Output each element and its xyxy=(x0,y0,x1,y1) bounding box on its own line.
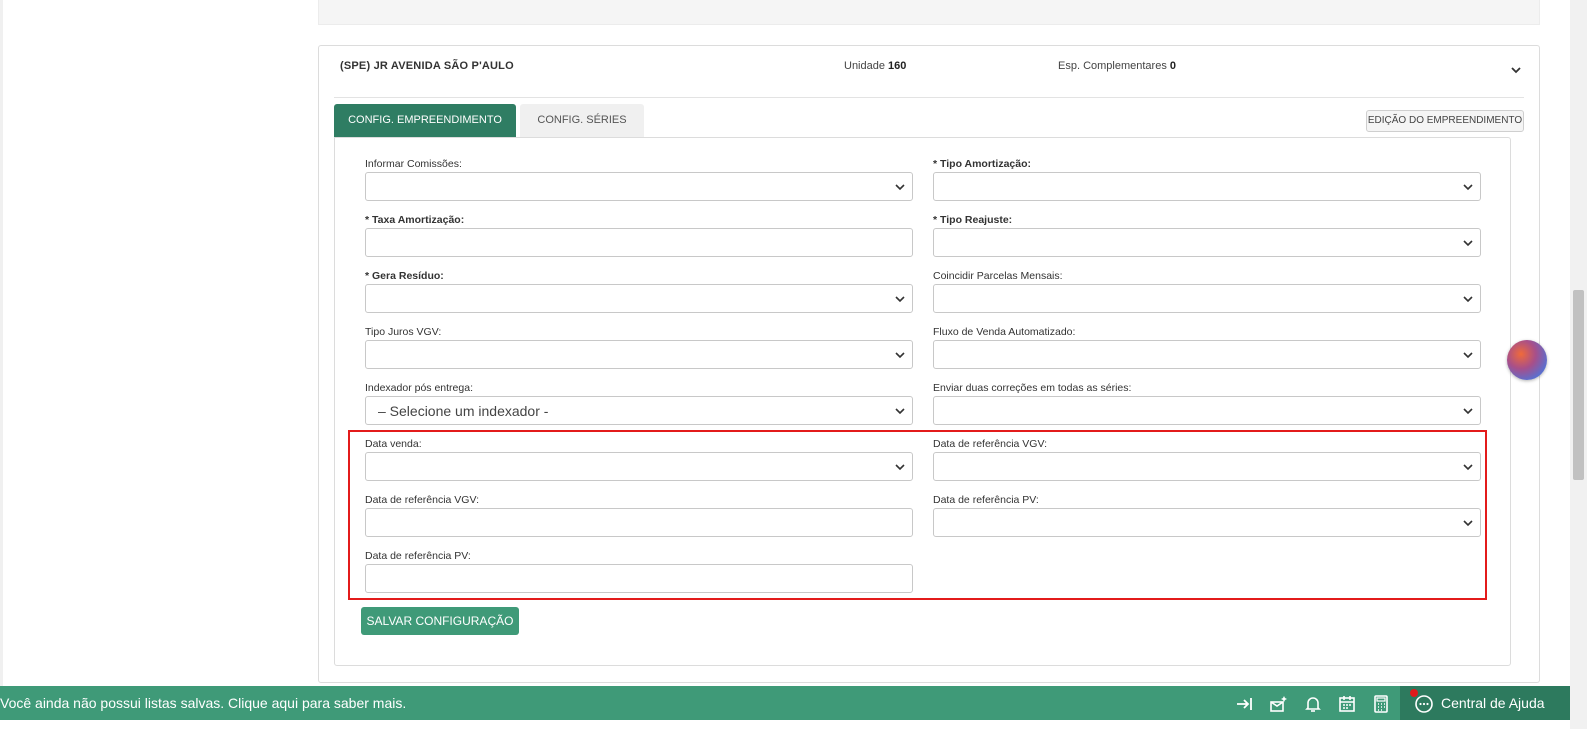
chevron-down-icon xyxy=(1463,184,1473,191)
field-taxa-amortizacao: * Taxa Amortização: xyxy=(365,214,913,257)
taxa-amortizacao-input[interactable] xyxy=(365,228,913,257)
tab-config-empreendimento[interactable]: CONFIG. EMPREENDIMENTO xyxy=(334,104,516,137)
coincidir-parcelas-select[interactable] xyxy=(933,284,1481,313)
bottom-bar: Você ainda não possui listas salvas. Cli… xyxy=(0,686,1570,720)
field-tipo-amortizacao: * Tipo Amortização: xyxy=(933,158,1481,201)
chevron-down-icon xyxy=(1463,408,1473,415)
tipo-reajuste-select[interactable] xyxy=(933,228,1481,257)
field-fluxo-venda: Fluxo de Venda Automatizado: xyxy=(933,326,1481,369)
field-label: Gera Resíduo: xyxy=(372,270,444,282)
field-label: Data de referência VGV: xyxy=(933,438,1048,450)
data-ref-vgv-select[interactable] xyxy=(933,452,1481,481)
save-config-button[interactable]: SALVAR CONFIGURAÇÃO xyxy=(361,607,519,635)
notification-dot xyxy=(1410,689,1418,697)
required-mark: * xyxy=(365,270,370,282)
field-data-ref-vgv-input: Data de referência VGV: xyxy=(365,494,913,537)
field-enviar-correcoes: Enviar duas correções em todas as séries… xyxy=(933,382,1481,425)
unit-stat: Unidade 160 xyxy=(844,60,906,72)
field-label: Enviar duas correções em todas as séries… xyxy=(933,382,1132,394)
data-ref-vgv-input[interactable] xyxy=(365,508,913,537)
field-label: Tipo Reajuste: xyxy=(940,214,1013,226)
field-indexador: Indexador pós entrega: – Selecione um in… xyxy=(365,382,913,425)
chevron-down-icon xyxy=(895,464,905,471)
chevron-down-icon xyxy=(895,352,905,359)
chat-help-icon xyxy=(1415,695,1433,713)
header-divider xyxy=(334,97,1524,98)
field-label: Data de referência PV: xyxy=(933,494,1039,506)
field-informar-comissoes: Informar Comissões: xyxy=(365,158,913,201)
tab-config-series[interactable]: CONFIG. SÉRIES xyxy=(520,104,644,137)
chevron-down-icon xyxy=(1463,352,1473,359)
field-label: Data de referência VGV: xyxy=(365,494,480,506)
assistant-orb-icon[interactable] xyxy=(1507,340,1547,380)
saved-lists-message[interactable]: Você ainda não possui listas salvas. Cli… xyxy=(0,695,406,711)
esp-value: 0 xyxy=(1169,60,1177,72)
esp-stat: Esp. Complementares 0 xyxy=(1058,60,1176,72)
field-tipo-juros-vgv: Tipo Juros VGV: xyxy=(365,326,913,369)
field-data-ref-vgv-select: Data de referência VGV: xyxy=(933,438,1481,481)
gift-sparkle-icon[interactable] xyxy=(1268,694,1288,714)
chevron-down-icon[interactable] xyxy=(1509,63,1523,77)
field-data-ref-pv-input: Data de referência PV: xyxy=(365,550,913,593)
field-label: Informar Comissões: xyxy=(365,158,462,170)
chevron-down-icon xyxy=(895,296,905,303)
unit-value: 160 xyxy=(888,60,907,72)
calendar-icon[interactable] xyxy=(1337,694,1357,714)
scrollbar-thumb[interactable] xyxy=(1573,290,1584,480)
data-ref-pv-select[interactable] xyxy=(933,508,1481,537)
field-label: Taxa Amortização: xyxy=(372,214,465,226)
indexador-select[interactable]: – Selecione um indexador - xyxy=(365,396,913,425)
field-label: Indexador pós entrega: xyxy=(365,382,473,394)
required-mark: * xyxy=(365,214,370,226)
help-center-button[interactable]: Central de Ajuda xyxy=(1400,686,1570,720)
required-mark: * xyxy=(933,158,938,170)
calculator-icon[interactable] xyxy=(1371,694,1391,714)
fluxo-venda-select[interactable] xyxy=(933,340,1481,369)
field-tipo-reajuste: * Tipo Reajuste: xyxy=(933,214,1481,257)
chevron-down-icon xyxy=(1463,240,1473,247)
informar-comissoes-select[interactable] xyxy=(365,172,913,201)
chevron-down-icon xyxy=(895,184,905,191)
field-data-venda: Data venda: xyxy=(365,438,913,481)
field-label: Data venda: xyxy=(365,438,422,450)
field-label: Data de referência PV: xyxy=(365,550,471,562)
field-data-ref-pv-select: Data de referência PV: xyxy=(933,494,1481,537)
data-ref-pv-input[interactable] xyxy=(365,564,913,593)
field-label: Tipo Juros VGV: xyxy=(365,326,442,338)
required-mark: * xyxy=(933,214,938,226)
enterprise-card: (SPE) JR AVENIDA SÃO P'AULO Unidade 160 … xyxy=(318,45,1540,683)
field-label: Coincidir Parcelas Mensais: xyxy=(933,270,1063,282)
chevron-down-icon xyxy=(1463,464,1473,471)
collapse-right-icon[interactable] xyxy=(1234,694,1254,714)
chevron-down-icon xyxy=(1463,296,1473,303)
bell-icon[interactable] xyxy=(1303,694,1323,714)
previous-panel xyxy=(318,0,1540,25)
edit-enterprise-button[interactable]: EDIÇÃO DO EMPREENDIMENTO xyxy=(1366,110,1524,132)
data-venda-select[interactable] xyxy=(365,452,913,481)
tipo-amortizacao-select[interactable] xyxy=(933,172,1481,201)
indexador-selected-value: – Selecione um indexador - xyxy=(378,403,549,419)
card-header: (SPE) JR AVENIDA SÃO P'AULO Unidade 160 … xyxy=(319,46,1539,98)
tipo-juros-vgv-select[interactable] xyxy=(365,340,913,369)
field-label: Fluxo de Venda Automatizado: xyxy=(933,326,1076,338)
field-coincidir-parcelas: Coincidir Parcelas Mensais: xyxy=(933,270,1481,313)
esp-label: Esp. Complementares xyxy=(1058,60,1167,72)
gera-residuo-select[interactable] xyxy=(365,284,913,313)
page-scrollbar[interactable] xyxy=(1570,0,1587,729)
field-gera-residuo: * Gera Resíduo: xyxy=(365,270,913,313)
left-edge xyxy=(0,0,3,686)
help-center-label: Central de Ajuda xyxy=(1441,695,1545,711)
chevron-down-icon xyxy=(895,408,905,415)
chevron-down-icon xyxy=(1463,520,1473,527)
enterprise-title: (SPE) JR AVENIDA SÃO P'AULO xyxy=(340,60,514,72)
enviar-correcoes-select[interactable] xyxy=(933,396,1481,425)
config-form: Informar Comissões: * Tipo Amortização: … xyxy=(334,137,1511,666)
unit-label: Unidade xyxy=(844,60,885,72)
field-label: Tipo Amortização: xyxy=(940,158,1032,170)
